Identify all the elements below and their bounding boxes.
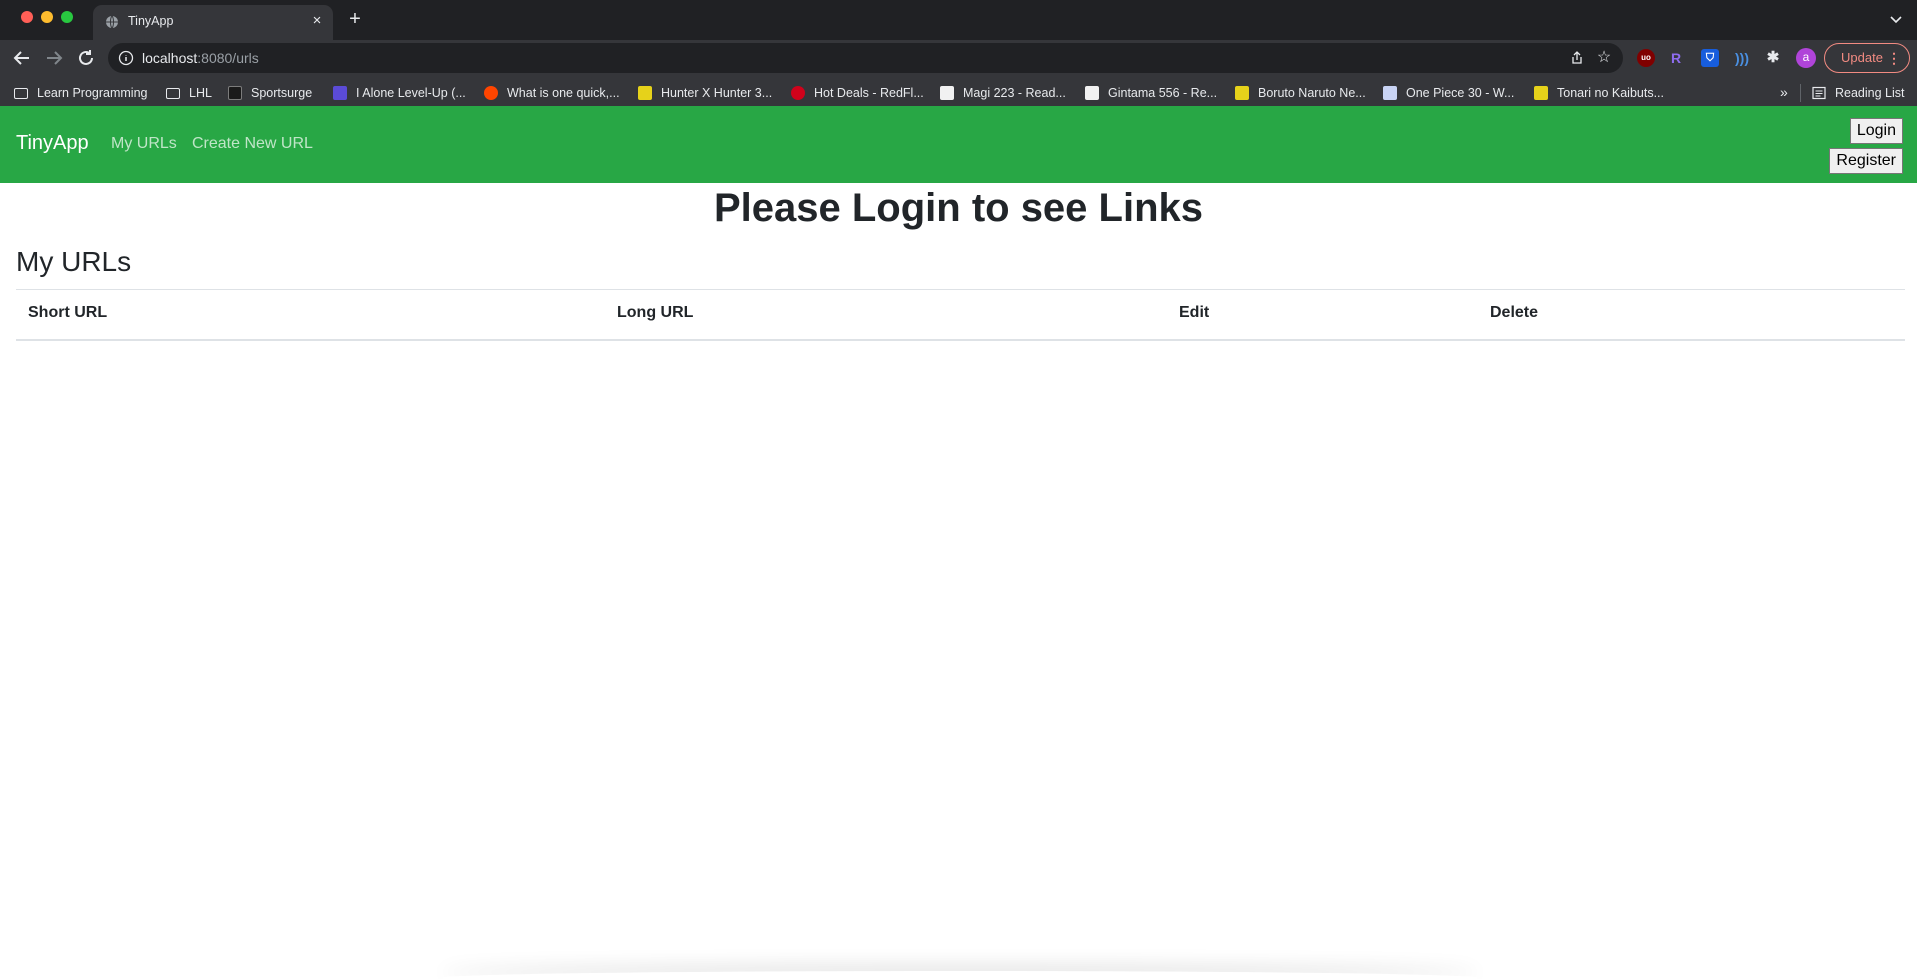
extensions-puzzle-icon[interactable]: ✱: [1764, 49, 1782, 67]
update-button[interactable]: Update ⋮: [1824, 43, 1910, 73]
page-headline: Please Login to see Links: [713, 186, 1204, 230]
bookmark-label: Gintama 556 - Re...: [1108, 86, 1218, 100]
manga-blue-icon: [1383, 86, 1397, 100]
browser-window: TinyApp × + localhost:8080/urls ☆ uo R ⛉…: [0, 0, 1917, 979]
profile-avatar[interactable]: a: [1796, 48, 1816, 68]
kebab-menu-icon: ⋮: [1887, 50, 1901, 66]
new-tab-icon[interactable]: +: [344, 8, 366, 30]
reading-list-button[interactable]: Reading List: [1812, 83, 1905, 103]
maximize-window-button[interactable]: [61, 11, 73, 23]
manga-yellow-icon: [1534, 86, 1548, 100]
bookmark-label: Boruto Naruto Ne...: [1258, 86, 1366, 100]
bookmark-item[interactable]: Boruto Naruto Ne...: [1235, 83, 1366, 103]
manga-site-icon: [333, 86, 347, 100]
bookmark-item[interactable]: LHL: [166, 83, 212, 103]
address-bar[interactable]: localhost:8080/urls ☆: [108, 43, 1623, 73]
bookmarks-divider: [1800, 84, 1801, 102]
page-bottom-shadow: [440, 971, 1480, 979]
forward-arrow-icon[interactable]: [42, 46, 66, 70]
brand-link[interactable]: TinyApp: [16, 132, 89, 155]
close-tab-icon[interactable]: ×: [309, 13, 325, 29]
star-bookmark-icon[interactable]: ☆: [1595, 49, 1613, 67]
chevron-down-icon[interactable]: [1887, 10, 1905, 28]
close-window-button[interactable]: [21, 11, 33, 23]
bookmark-label: Sportsurge: [251, 86, 313, 100]
url-path: :8080/urls: [197, 50, 259, 66]
tab-title: TinyApp: [128, 14, 174, 28]
app-navbar: TinyApp My URLs Create New URL Login Reg…: [0, 106, 1917, 183]
tab-strip: TinyApp × +: [0, 0, 1917, 40]
redflagdeals-icon: [791, 86, 805, 100]
sportsurge-icon: [228, 86, 242, 100]
bookmark-item[interactable]: Magi 223 - Read...: [940, 83, 1066, 103]
browser-toolbar: localhost:8080/urls ☆ uo R ⛉ ))) ✱ a Upd…: [0, 40, 1917, 112]
bookmark-label: What is one quick,...: [507, 86, 620, 100]
bookmark-item[interactable]: Tonari no Kaibuts...: [1534, 83, 1664, 103]
bookmark-label: Hot Deals - RedFl...: [814, 86, 924, 100]
tab-tinyapp[interactable]: TinyApp ×: [93, 5, 333, 40]
table-header-delete: Delete: [1490, 304, 1539, 321]
url-host: localhost: [142, 50, 198, 66]
bookmark-label: One Piece 30 - W...: [1406, 86, 1515, 100]
bookmark-item[interactable]: One Piece 30 - W...: [1383, 83, 1514, 103]
manga-white-icon: [940, 86, 954, 100]
folder-icon: [14, 87, 28, 99]
manga-yellow-icon: [638, 86, 652, 100]
bitwarden-extension-icon[interactable]: ⛉: [1701, 49, 1719, 67]
minimize-window-button[interactable]: [41, 11, 53, 23]
bookmark-item[interactable]: Learn Programming: [14, 83, 147, 103]
share-icon[interactable]: [1569, 50, 1585, 66]
table-header-edit: Edit: [1179, 304, 1210, 321]
reddit-icon: [484, 86, 498, 100]
bookmark-label: Hunter X Hunter 3...: [661, 86, 773, 100]
more-bookmarks-icon[interactable]: »: [1780, 84, 1788, 100]
ublock-extension-icon[interactable]: uo: [1637, 49, 1655, 67]
bookmark-item[interactable]: Hot Deals - RedFl...: [791, 83, 924, 103]
table-header-border: [16, 339, 1905, 341]
manga-yellow-icon: [1235, 86, 1249, 100]
table-header-short-url: Short URL: [28, 304, 108, 321]
bookmark-item[interactable]: Gintama 556 - Re...: [1085, 83, 1217, 103]
manga-white-icon: [1085, 86, 1099, 100]
reading-list-label: Reading List: [1835, 86, 1905, 100]
login-button[interactable]: Login: [1849, 118, 1903, 144]
url-text[interactable]: localhost:8080/urls: [142, 50, 259, 66]
table-top-border: [16, 289, 1905, 290]
section-title: My URLs: [16, 246, 132, 277]
bookmark-label: I Alone Level-Up (...: [356, 86, 466, 100]
bookmark-label: Magi 223 - Read...: [963, 86, 1066, 100]
back-arrow-icon[interactable]: [10, 46, 34, 70]
bookmark-item[interactable]: I Alone Level-Up (...: [333, 83, 466, 103]
folder-icon: [166, 87, 180, 99]
bookmark-item[interactable]: What is one quick,...: [484, 83, 620, 103]
bookmark-label: Tonari no Kaibuts...: [1557, 86, 1665, 100]
info-icon[interactable]: [118, 50, 134, 66]
table-header-long-url: Long URL: [617, 304, 694, 321]
bookmark-label: LHL: [189, 86, 212, 100]
nav-my-urls[interactable]: My URLs: [111, 135, 177, 153]
register-button[interactable]: Register: [1829, 148, 1903, 174]
nav-create-new-url[interactable]: Create New URL: [192, 135, 313, 153]
bookmark-item[interactable]: Hunter X Hunter 3...: [638, 83, 772, 103]
web-page: TinyApp My URLs Create New URL Login Reg…: [0, 106, 1917, 979]
reading-list-icon: [1812, 86, 1826, 100]
update-label: Update: [1841, 50, 1883, 65]
r-extension-icon[interactable]: R: [1667, 49, 1685, 67]
globe-icon: [106, 15, 118, 29]
reload-icon[interactable]: [74, 46, 98, 70]
bookmark-item[interactable]: Sportsurge: [228, 83, 312, 103]
bookmark-label: Learn Programming: [37, 86, 148, 100]
sound-wave-extension-icon[interactable]: ))): [1733, 49, 1751, 67]
